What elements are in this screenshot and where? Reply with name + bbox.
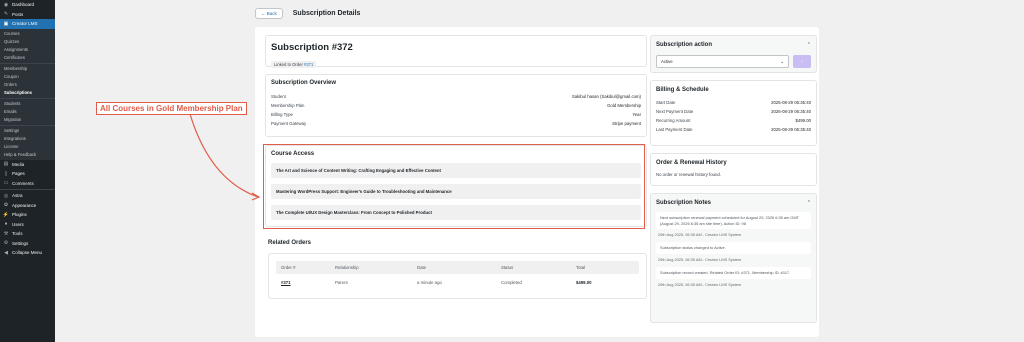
annotation-arrow (189, 113, 261, 201)
